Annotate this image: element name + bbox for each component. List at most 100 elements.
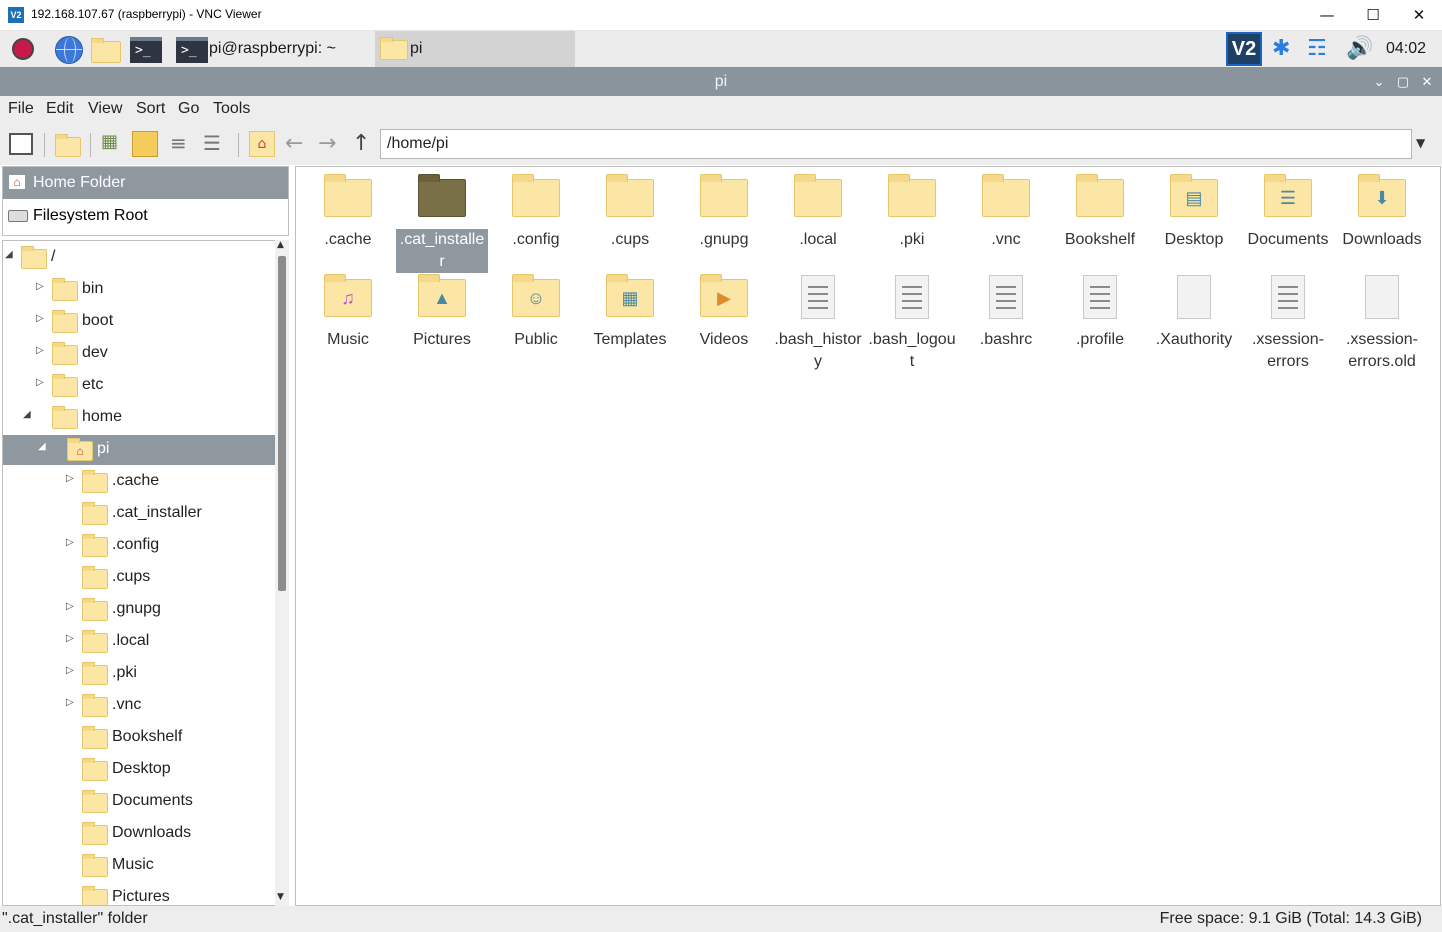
expand-icon[interactable]: ▷ xyxy=(36,345,44,356)
scroll-thumb[interactable] xyxy=(278,256,286,591)
folder-item[interactable]: Bookshelf xyxy=(1054,174,1146,251)
place-home-folder[interactable]: ⌂ Home Folder xyxy=(3,167,288,199)
path-dropdown-icon[interactable]: ▼ xyxy=(1416,136,1425,150)
clock[interactable]: 04:02 xyxy=(1386,40,1426,58)
menu-file[interactable]: File xyxy=(8,100,34,118)
folder-item[interactable]: .pki xyxy=(866,174,958,251)
folder-item[interactable]: ☰ Documents xyxy=(1242,174,1334,251)
new-folder-icon[interactable] xyxy=(55,131,81,157)
task-file-manager[interactable]: pi xyxy=(375,31,575,67)
folder-item[interactable]: ☺ Public xyxy=(490,274,582,351)
file-item[interactable]: .Xauthority xyxy=(1148,275,1240,351)
tree-item[interactable]: ◢ ⌂ pi xyxy=(3,435,276,465)
tree-item[interactable]: Music xyxy=(3,851,276,881)
up-arrow-icon[interactable]: ↑ xyxy=(352,131,370,156)
tree-item[interactable]: Bookshelf xyxy=(3,723,276,753)
folder-item[interactable]: ♫ Music xyxy=(302,274,394,351)
volume-icon[interactable]: 🔊 xyxy=(1346,36,1373,61)
tree-item[interactable]: Desktop xyxy=(3,755,276,785)
tree-item[interactable]: ▷ .gnupg xyxy=(3,595,276,625)
expand-icon[interactable]: ▷ xyxy=(66,473,74,484)
folder-item[interactable]: .cat_installe r xyxy=(396,174,488,273)
tree-item[interactable]: Pictures xyxy=(3,883,276,905)
tree-item[interactable]: ▷ .vnc xyxy=(3,691,276,721)
tree-item[interactable]: .cups xyxy=(3,563,276,593)
expand-icon[interactable]: ▷ xyxy=(66,633,74,644)
file-item[interactable]: .profile xyxy=(1054,275,1146,351)
maximize-button[interactable]: ☐ xyxy=(1350,0,1396,31)
chevron-down-icon[interactable]: ⌄ xyxy=(1368,67,1390,96)
tree-item[interactable]: Downloads xyxy=(3,819,276,849)
menu-sort[interactable]: Sort xyxy=(136,100,165,118)
forward-arrow-icon[interactable]: → xyxy=(318,131,336,156)
menu-edit[interactable]: Edit xyxy=(46,100,74,118)
folder-item[interactable]: .gnupg xyxy=(678,174,770,251)
vnc-tray-icon[interactable]: V2 xyxy=(1226,32,1262,66)
tree-item[interactable]: ▷ bin xyxy=(3,275,276,305)
home-icon[interactable]: ⌂ xyxy=(249,131,275,157)
folder-item[interactable]: .cups xyxy=(584,174,676,251)
folder-item[interactable]: ▲ Pictures xyxy=(396,274,488,351)
folder-item[interactable]: ▶ Videos xyxy=(678,274,770,351)
tree-item[interactable]: ▷ boot xyxy=(3,307,276,337)
back-arrow-icon[interactable]: ← xyxy=(285,131,303,156)
folder-item[interactable]: ▤ Desktop xyxy=(1148,174,1240,251)
menu-view[interactable]: View xyxy=(88,100,122,118)
tree-item[interactable]: ▷ .config xyxy=(3,531,276,561)
new-window-icon[interactable] xyxy=(9,133,33,155)
tree-item[interactable]: ▷ etc xyxy=(3,371,276,401)
path-input[interactable]: /home/pi xyxy=(380,129,1412,159)
expand-icon[interactable]: ▷ xyxy=(66,697,74,708)
tree-scrollbar[interactable]: ▲ ▼ xyxy=(275,240,289,906)
file-manager-launcher-icon[interactable] xyxy=(91,34,121,64)
bluetooth-icon[interactable]: ✱ xyxy=(1272,36,1290,61)
tree-item[interactable]: ▷ .cache xyxy=(3,467,276,497)
collapse-icon[interactable]: ◢ xyxy=(38,441,46,452)
scroll-up-icon[interactable]: ▲ xyxy=(277,240,284,250)
terminal-launcher-icon[interactable]: >_ xyxy=(130,34,162,64)
file-item[interactable]: .xsession-errors.old xyxy=(1336,275,1428,373)
fm-close-button[interactable]: ✕ xyxy=(1416,67,1438,96)
menu-go[interactable]: Go xyxy=(178,100,199,118)
collapse-icon[interactable]: ◢ xyxy=(23,409,31,420)
close-button[interactable]: ✕ xyxy=(1396,0,1442,31)
tree-item[interactable]: .cat_installer xyxy=(3,499,276,529)
expand-icon[interactable]: ▷ xyxy=(36,281,44,292)
folder-item[interactable]: ⬇ Downloads xyxy=(1336,174,1428,251)
tree-item[interactable]: ▷ .local xyxy=(3,627,276,657)
task-terminal[interactable]: >_ pi@raspberrypi: ~ xyxy=(172,33,372,67)
folder-icon xyxy=(512,174,560,217)
minimize-button[interactable]: — xyxy=(1304,0,1350,31)
place-filesystem-root[interactable]: Filesystem Root xyxy=(3,200,288,232)
web-browser-icon[interactable] xyxy=(53,34,83,64)
expand-icon[interactable]: ▷ xyxy=(36,313,44,324)
folder-item[interactable]: ▦ Templates xyxy=(584,274,676,351)
fm-maximize-button[interactable]: ▢ xyxy=(1392,67,1414,96)
file-item[interactable]: .bash_histor y xyxy=(772,275,864,373)
thumbnail-view-icon[interactable]: ▦ xyxy=(101,131,127,157)
compact-view-icon[interactable]: ≡ xyxy=(170,131,196,157)
expand-icon[interactable]: ▷ xyxy=(66,537,74,548)
tree-item[interactable]: ▷ dev xyxy=(3,339,276,369)
expand-icon[interactable]: ▷ xyxy=(66,601,74,612)
tree-item[interactable]: ◢ / xyxy=(3,243,276,273)
raspberry-menu-icon[interactable] xyxy=(8,34,38,64)
list-view-icon[interactable]: ☰ xyxy=(203,131,229,157)
file-item[interactable]: .bash_logou t xyxy=(866,275,958,373)
tree-item[interactable]: ◢ home xyxy=(3,403,276,433)
menu-tools[interactable]: Tools xyxy=(213,100,250,118)
folder-item[interactable]: .local xyxy=(772,174,864,251)
folder-item[interactable]: .config xyxy=(490,174,582,251)
file-item[interactable]: .bashrc xyxy=(960,275,1052,351)
icon-view-icon[interactable] xyxy=(132,131,158,157)
tree-item[interactable]: ▷ .pki xyxy=(3,659,276,689)
folder-item[interactable]: .vnc xyxy=(960,174,1052,251)
scroll-down-icon[interactable]: ▼ xyxy=(277,892,284,902)
folder-item[interactable]: .cache xyxy=(302,174,394,251)
collapse-icon[interactable]: ◢ xyxy=(5,249,13,260)
file-item[interactable]: .xsession-errors xyxy=(1242,275,1334,373)
expand-icon[interactable]: ▷ xyxy=(66,665,74,676)
expand-icon[interactable]: ▷ xyxy=(36,377,44,388)
tree-item[interactable]: Documents xyxy=(3,787,276,817)
wifi-icon[interactable]: ☶ xyxy=(1307,36,1327,61)
